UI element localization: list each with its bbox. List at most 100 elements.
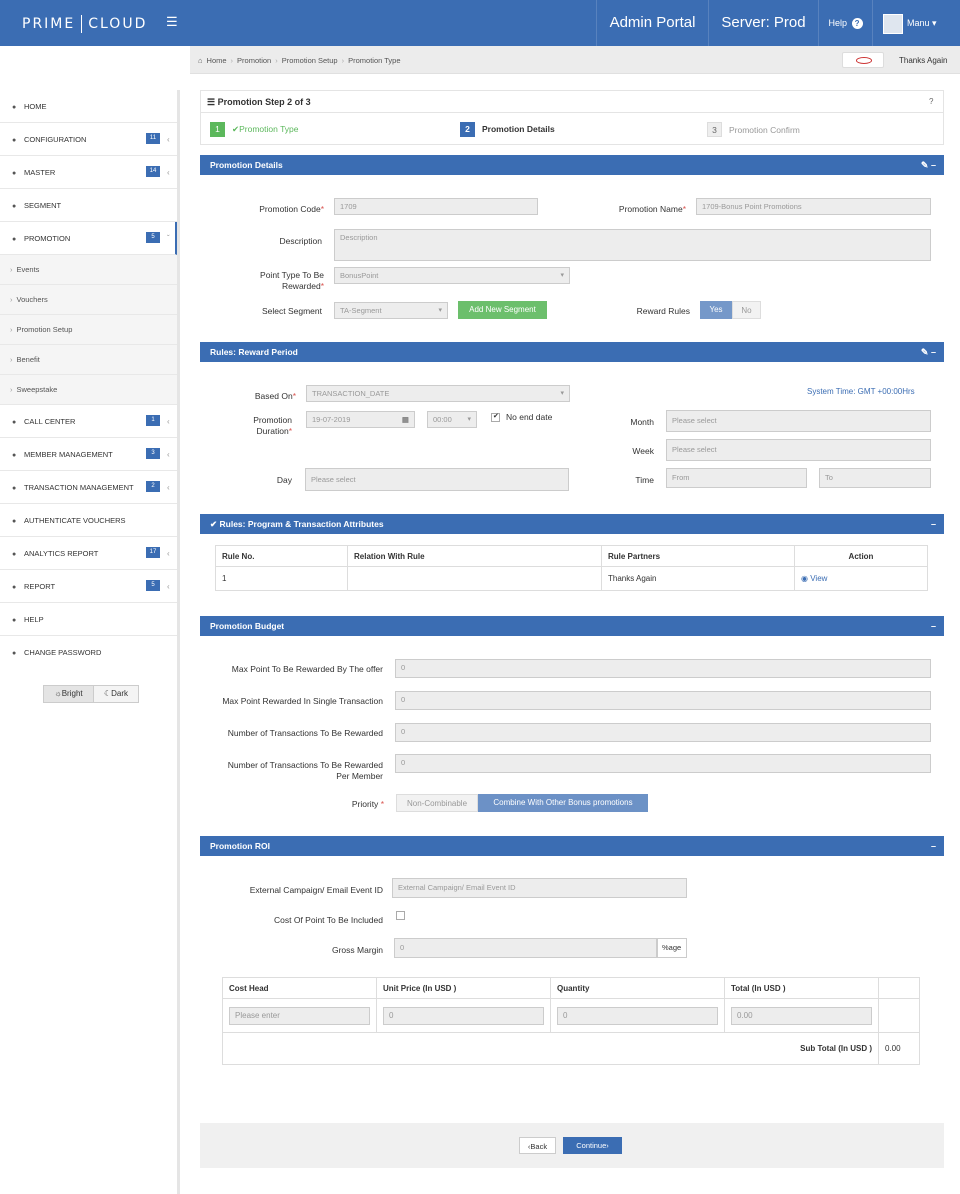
promotion-details-header: Promotion Details ✎ –	[200, 155, 944, 175]
time-label: Time	[635, 475, 654, 485]
priority-label: Priority *	[351, 799, 384, 809]
promotion-code-input[interactable]: 1709	[334, 198, 538, 215]
sidebar-item-member-management[interactable]: ● MEMBER MANAGEMENT 3 ‹	[0, 438, 177, 471]
point-type-label: Point Type To Be Rewarded*	[260, 270, 324, 291]
max-points-label: Max Point To Be Rewarded By The offer	[231, 664, 383, 674]
chevron-right-icon: ›	[10, 355, 13, 364]
collapse-icon[interactable]: –	[931, 841, 936, 851]
based-on-select[interactable]: TRANSACTION_DATE	[306, 385, 570, 402]
time-to-input[interactable]: To	[819, 468, 931, 488]
collapse-icon[interactable]: –	[931, 621, 936, 631]
breadcrumb-home[interactable]: Home	[207, 56, 227, 65]
step-promotion-confirm[interactable]: 3 Promotion Confirm	[707, 122, 800, 137]
sidebar-sub-vouchers[interactable]: › Vouchers	[0, 285, 177, 315]
no-end-date-checkbox[interactable]	[491, 412, 500, 422]
cost-head-input[interactable]: Please enter	[229, 1006, 370, 1025]
step-promotion-details[interactable]: 2 Promotion Details	[460, 122, 555, 137]
sidebar-item-segment[interactable]: ● SEGMENT	[0, 189, 177, 222]
sidebar-item-promotion[interactable]: ● PROMOTION 5 ˇ	[0, 222, 177, 255]
month-select[interactable]: Please select	[666, 410, 931, 432]
promotion-name-label: Promotion Name*	[618, 204, 686, 214]
week-label: Week	[632, 446, 654, 456]
total-input[interactable]: 0.00	[731, 1006, 872, 1025]
start-date-input[interactable]: 19-07-2019 ▦	[306, 411, 415, 428]
start-time-select[interactable]: 00:00	[427, 411, 477, 428]
campaign-id-input[interactable]: External Campaign/ Email Event ID	[392, 878, 687, 898]
subtotal-label: Sub Total (In USD )	[222, 1032, 879, 1065]
sidebar-sub-benefit[interactable]: › Benefit	[0, 345, 177, 375]
point-type-select[interactable]: BonusPoint	[334, 267, 570, 284]
day-select[interactable]: Please select	[305, 468, 569, 491]
user-menu[interactable]: Manu ▾	[872, 0, 960, 46]
segment-select[interactable]: TA-Segment	[334, 302, 448, 319]
sidebar-item-master[interactable]: ● MASTER 14 ‹	[0, 156, 177, 189]
sidebar-item-configuration[interactable]: ● CONFIGURATION 11 ‹	[0, 123, 177, 156]
priority-non-combinable[interactable]: Non-Combinable	[396, 794, 478, 812]
step-title: ☰ Promotion Step 2 of 3	[207, 97, 311, 107]
chevron-right-icon: ›	[606, 1141, 609, 1150]
week-select[interactable]: Please select	[666, 439, 931, 461]
breadcrumb-promotion[interactable]: Promotion	[237, 56, 271, 65]
sidebar-sub-promotion-setup[interactable]: › Promotion Setup	[0, 315, 177, 345]
max-single-input[interactable]: 0	[395, 691, 931, 710]
chevron-left-icon: ‹	[167, 549, 170, 558]
reward-rules-label: Reward Rules	[636, 306, 690, 316]
system-time: System Time: GMT +00:00Hrs	[807, 387, 915, 396]
breadcrumb-promotion-setup[interactable]: Promotion Setup	[282, 56, 338, 65]
reward-rules-no[interactable]: No	[732, 301, 761, 319]
quantity-input[interactable]: 0	[557, 1006, 718, 1025]
sidebar-item-call-center[interactable]: ● CALL CENTER 1 ‹	[0, 405, 177, 438]
pencil-icon[interactable]: ✎	[921, 347, 929, 357]
roi-header: Promotion ROI –	[200, 836, 944, 856]
sidebar-item-transaction-management[interactable]: ● TRANSACTION MANAGEMENT 2 ‹	[0, 471, 177, 504]
logo[interactable]: PRIME CLOUD	[22, 15, 147, 33]
calendar-icon[interactable]: ▦	[402, 412, 409, 427]
chevron-left-icon: ‹	[167, 168, 170, 177]
theme-bright-button[interactable]: ☼Bright	[44, 686, 94, 702]
sidebar-item-report[interactable]: ● REPORT 5 ‹	[0, 570, 177, 603]
sidebar-item-authenticate-vouchers[interactable]: ● AUTHENTICATE VOUCHERS	[0, 504, 177, 537]
step-promotion-type[interactable]: 1 ✔Promotion Type	[210, 122, 299, 137]
sidebar-sub-events[interactable]: › Events	[0, 255, 177, 285]
collapse-icon[interactable]: –	[931, 160, 936, 170]
cost-included-checkbox[interactable]	[396, 911, 405, 920]
sidebar-item-change-password[interactable]: ● CHANGE PASSWORD	[0, 636, 177, 669]
promotion-code-label: Promotion Code*	[259, 204, 324, 214]
count-badge: 17	[146, 547, 160, 558]
chevron-right-icon: ›	[10, 295, 13, 304]
collapse-icon[interactable]: –	[931, 519, 936, 529]
count-badge: 3	[146, 448, 160, 459]
max-single-label: Max Point Rewarded In Single Transaction	[222, 696, 383, 706]
sidebar-item-help[interactable]: ● HELP	[0, 603, 177, 636]
avatar	[883, 13, 903, 34]
unit-price-input[interactable]: 0	[383, 1006, 544, 1025]
help-icon[interactable]: ?	[929, 97, 933, 106]
sidebar-sub-sweepstake[interactable]: › Sweepstake	[0, 375, 177, 405]
theme-dark-button[interactable]: ☾Dark	[94, 686, 138, 702]
continue-button[interactable]: Continue›	[563, 1137, 622, 1154]
hamburger-icon[interactable]: ☰	[166, 14, 178, 30]
theme-toggle: ☼Bright ☾Dark	[43, 685, 139, 703]
back-button[interactable]: ‹Back	[519, 1137, 556, 1154]
chevron-right-icon: ›	[10, 265, 13, 274]
gross-margin-input[interactable]: 0	[394, 938, 657, 958]
sidebar-item-home[interactable]: ● HOME	[0, 90, 177, 123]
num-transactions-input[interactable]: 0	[395, 723, 931, 742]
time-from-input[interactable]: From	[666, 468, 807, 488]
pencil-icon[interactable]: ✎	[921, 160, 929, 170]
sidebar-item-analytics-report[interactable]: ● ANALYTICS REPORT 17 ‹	[0, 537, 177, 570]
priority-combine[interactable]: Combine With Other Bonus promotions	[478, 794, 648, 812]
add-new-segment-button[interactable]: Add New Segment	[458, 301, 547, 319]
day-label: Day	[276, 475, 292, 485]
num-transactions-member-input[interactable]: 0	[395, 754, 931, 773]
promotion-name-input[interactable]: 1709-Bonus Point Promotions	[696, 198, 931, 215]
reward-rules-yes[interactable]: Yes	[700, 301, 732, 319]
max-points-input[interactable]: 0	[395, 659, 931, 678]
description-input[interactable]: Description	[334, 229, 931, 261]
gross-margin-unit: %age	[657, 938, 687, 958]
list-icon: ☰	[207, 97, 216, 107]
dashboard-icon: ●	[12, 452, 17, 459]
help-button[interactable]: Help ?	[818, 0, 872, 46]
view-link[interactable]: ◉ View	[794, 566, 928, 591]
collapse-icon[interactable]: –	[931, 347, 936, 357]
